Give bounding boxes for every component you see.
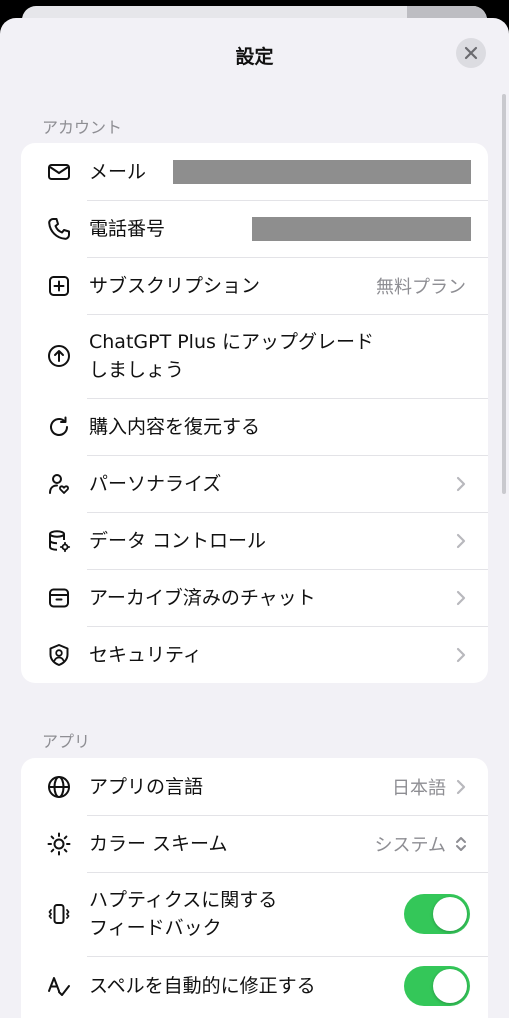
section-header-account: アカウント xyxy=(42,118,123,137)
shield-person-icon xyxy=(46,642,72,668)
subscription-value: 無料プラン xyxy=(376,276,466,298)
row-data-controls[interactable]: データ コントロール xyxy=(21,512,488,569)
row-label: アプリの言語 xyxy=(89,775,204,798)
row-label: サブスクリプション xyxy=(89,274,261,297)
row-label: メール xyxy=(89,160,147,183)
app-group: アプリの言語 日本語 カラー スキーム システム ハプティクスに関する フィード… xyxy=(21,758,488,1018)
chevron-right-icon xyxy=(456,590,466,605)
row-subscription[interactable]: サブスクリプション 無料プラン xyxy=(21,257,488,314)
scroll-indicator[interactable] xyxy=(502,94,506,494)
toggle-knob xyxy=(433,897,467,931)
row-label: スペルを自動的に修正する xyxy=(89,975,316,997)
chevron-right-icon xyxy=(456,647,466,662)
arrow-up-circle-icon xyxy=(46,343,72,369)
mail-icon xyxy=(46,159,72,185)
row-phone[interactable]: 電話番号 xyxy=(21,200,488,257)
row-archived-chats[interactable]: アーカイブ済みのチャット xyxy=(21,569,488,626)
row-email[interactable]: メール xyxy=(21,143,488,200)
database-gear-icon xyxy=(46,528,72,554)
refresh-icon xyxy=(46,414,72,440)
chevron-up-down-icon xyxy=(456,836,466,851)
row-restore-purchases[interactable]: 購入内容を復元する xyxy=(21,398,488,455)
person-heart-icon xyxy=(46,471,72,497)
row-label: 電話番号 xyxy=(89,217,166,240)
row-haptic-feedback: ハプティクスに関する フィードバック xyxy=(21,872,488,956)
color-scheme-value: システム xyxy=(374,834,446,856)
account-group: メール 電話番号 サブスクリプション 無料プラン ChatGPT Plus にア… xyxy=(21,143,488,683)
archive-icon xyxy=(46,585,72,611)
phone-icon xyxy=(46,216,72,242)
chevron-right-icon xyxy=(456,476,466,491)
sun-icon xyxy=(46,831,72,857)
row-label: パーソナライズ xyxy=(89,472,222,495)
page-title: 設定 xyxy=(235,46,274,68)
redacted-phone xyxy=(252,216,471,241)
row-color-scheme[interactable]: カラー スキーム システム xyxy=(21,815,488,872)
row-personalize[interactable]: パーソナライズ xyxy=(21,455,488,512)
row-label: カラー スキーム xyxy=(89,832,228,855)
row-security[interactable]: セキュリティ xyxy=(21,626,488,683)
app-language-value: 日本語 xyxy=(392,777,446,799)
row-label: ChatGPT Plus にアップグレード しましょう xyxy=(89,331,374,381)
globe-icon xyxy=(46,774,72,800)
row-app-language[interactable]: アプリの言語 日本語 xyxy=(21,758,488,815)
vibration-icon xyxy=(46,901,72,927)
spellcheck-icon xyxy=(46,973,72,999)
close-button[interactable] xyxy=(456,38,486,68)
row-upgrade-plus[interactable]: ChatGPT Plus にアップグレード しましょう xyxy=(21,314,488,398)
haptic-feedback-toggle[interactable] xyxy=(404,894,470,934)
row-label: セキュリティ xyxy=(89,643,202,666)
close-icon xyxy=(464,46,478,60)
row-auto-spellcheck: スペルを自動的に修正する xyxy=(21,956,488,1016)
section-header-app: アプリ xyxy=(42,732,91,751)
redacted-email xyxy=(173,159,471,184)
row-label: 購入内容を復元する xyxy=(89,415,261,438)
row-label: ハプティクスに関する フィードバック xyxy=(89,889,278,939)
auto-spellcheck-toggle[interactable] xyxy=(404,966,470,1006)
settings-sheet: 設定 アカウント メール 電話番号 サブスクリプション 無料プラン ChatGP… xyxy=(0,18,509,1018)
row-label: データ コントロール xyxy=(89,529,267,552)
toggle-knob xyxy=(433,969,467,1003)
row-label: アーカイブ済みのチャット xyxy=(89,586,316,609)
plus-square-icon xyxy=(46,273,72,299)
chevron-right-icon xyxy=(456,779,466,794)
chevron-right-icon xyxy=(456,533,466,548)
